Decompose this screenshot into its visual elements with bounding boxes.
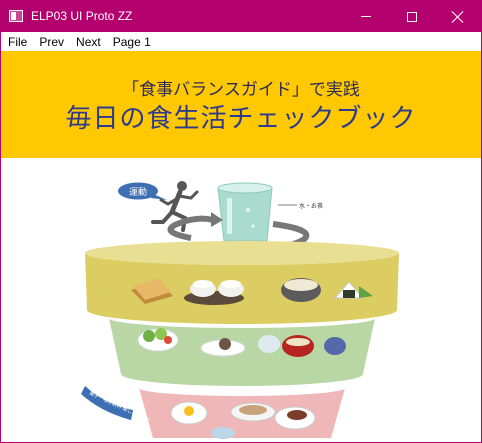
close-icon bbox=[452, 11, 464, 23]
water-tea-label: 水・お茶 bbox=[299, 202, 323, 210]
menu-prev[interactable]: Prev bbox=[32, 33, 69, 51]
cover-title: 毎日の食生活チェックブック bbox=[65, 104, 417, 134]
grain-tier bbox=[85, 241, 399, 324]
title-bar[interactable]: ELP03 UI Proto ZZ bbox=[1, 1, 481, 32]
exercise-label: 運動 bbox=[129, 187, 147, 198]
menu-page-indicator[interactable]: Page 1 bbox=[106, 33, 156, 51]
menu-file[interactable]: File bbox=[1, 33, 32, 51]
close-button[interactable] bbox=[435, 1, 481, 32]
minimize-button[interactable] bbox=[343, 1, 389, 32]
exercise-bubble: 運動 bbox=[118, 182, 167, 200]
main-dish-tier bbox=[139, 388, 345, 439]
maximize-button[interactable] bbox=[389, 1, 435, 32]
food-balance-spinning-top-illustration: 運動 水・お茶 菓子・嗜好飲料 楽しく適度に bbox=[81, 181, 399, 439]
minimize-icon bbox=[361, 16, 371, 17]
menu-next[interactable]: Next bbox=[69, 33, 106, 51]
app-window: ELP03 UI Proto ZZ File Prev Next Page 1 … bbox=[0, 0, 482, 443]
cover-banner: 「食事バランスガイド」で実践 毎日の食生活チェックブック bbox=[1, 51, 481, 158]
menu-bar: File Prev Next Page 1 bbox=[1, 32, 481, 51]
water-glass-icon bbox=[217, 182, 273, 242]
cover-subtitle: 「食事バランスガイド」で実践 bbox=[122, 80, 360, 100]
app-icon bbox=[9, 10, 23, 22]
document-page: 「食事バランスガイド」で実践 毎日の食生活チェックブック 運動 水・お茶 菓子・… bbox=[1, 51, 481, 442]
window-title: ELP03 UI Proto ZZ bbox=[31, 9, 133, 23]
maximize-icon bbox=[407, 11, 417, 22]
vegetable-tier bbox=[109, 318, 375, 386]
